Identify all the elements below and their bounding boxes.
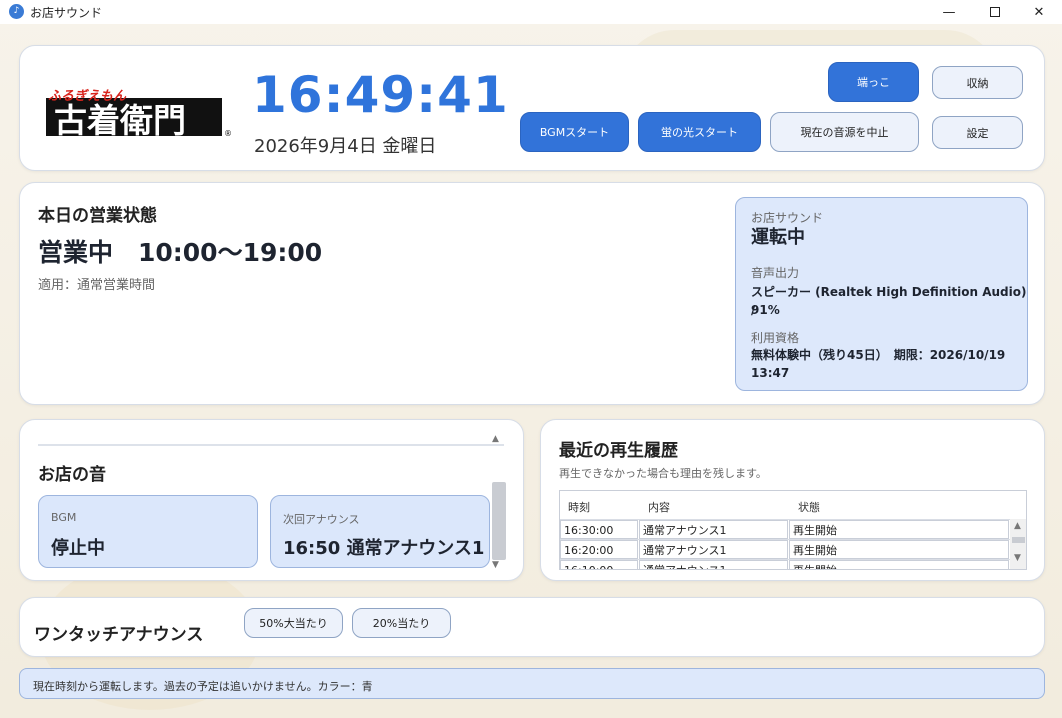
business-hours: 営業中 10:00～19:00	[38, 238, 323, 267]
window-title: お店サウンド	[30, 6, 103, 20]
cell-status: 再生開始	[789, 560, 1009, 569]
playback-history-card: 最近の再生履歴 再生できなかった場合も理由を残します。 時刻 内容 状態 16:…	[540, 419, 1045, 581]
scroll-thumb[interactable]	[492, 482, 506, 560]
status-bar-text: 現在時刻から運転します。過去の予定は追いかけません。カラー：青	[33, 680, 373, 693]
window-titlebar: ♪ お店サウンド — ✕	[0, 0, 1062, 24]
clock-time: 16:49:41	[252, 66, 509, 124]
license-expiry-time: 13:47	[751, 366, 790, 380]
cell-content: 通常アナウンス1	[639, 520, 788, 539]
history-table[interactable]: 時刻 内容 状態 16:30:00 通常アナウンス1 再生開始 16:20:00…	[559, 490, 1027, 570]
bgm-start-button[interactable]: BGMスタート	[520, 112, 629, 152]
audio-label: 音声出力	[751, 266, 800, 280]
svg-text:®: ®	[224, 129, 232, 138]
maximize-button[interactable]	[972, 0, 1018, 24]
shop-logo: ふるぎえもん 古着衛門 ®	[46, 88, 232, 140]
announce-20-button[interactable]: 20%当たり	[352, 608, 451, 638]
cell-status: 再生開始	[789, 520, 1009, 539]
bgm-status-box: BGM 停止中	[38, 495, 258, 568]
scroll-up-icon[interactable]: ▲	[1014, 521, 1021, 531]
app-info-panel: お店サウンド 運転中 音声出力 スピーカー (Realtek High Defi…	[735, 197, 1028, 391]
hotaru-start-button[interactable]: 蛍の光スタート	[638, 112, 761, 152]
table-row[interactable]: 16:10:00 通常アナウンス1 再生開始	[560, 559, 1010, 569]
app-icon: ♪	[9, 4, 24, 19]
sound-scrollbar[interactable]: ▲ ▼	[490, 432, 506, 572]
scroll-thumb[interactable]	[1012, 537, 1025, 543]
audio-volume: 91%	[751, 303, 780, 317]
cell-content: 通常アナウンス1	[639, 540, 788, 559]
business-status-card: 本日の営業状態 営業中 10:00～19:00 適用：通常営業時間 お店サウンド…	[19, 182, 1045, 405]
divider	[38, 444, 504, 446]
logo-text: 古着衛門	[54, 101, 186, 140]
minimize-icon: —	[942, 4, 956, 20]
bgm-label: BGM	[51, 511, 77, 524]
license-status: 無料体験中（残り45日） 期限：2026/10/19	[751, 348, 1006, 362]
corner-button[interactable]: 端っこ	[828, 62, 919, 102]
bgm-value: 停止中	[51, 538, 105, 559]
onetouch-title: ワンタッチアナウンス	[34, 625, 204, 645]
column-header-status[interactable]: 状態	[798, 499, 820, 515]
cell-time: 16:30:00	[560, 520, 638, 539]
store-button[interactable]: 収納	[932, 66, 1023, 99]
header-card: ふるぎえもん 古着衛門 ® 16:49:41 2026年9月4日 金曜日 端っこ…	[19, 45, 1045, 171]
table-row[interactable]: 16:30:00 通常アナウンス1 再生開始	[560, 519, 1010, 539]
onetouch-announce-card: ワンタッチアナウンス 50%大当たり 20%当たり	[19, 597, 1045, 657]
clock-date: 2026年9月4日 金曜日	[254, 136, 437, 157]
stop-current-button[interactable]: 現在の音源を中止	[770, 112, 919, 152]
cell-content: 通常アナウンス1	[639, 560, 788, 569]
announce-50-button[interactable]: 50%大当たり	[244, 608, 343, 638]
cell-time: 16:10:00	[560, 560, 638, 569]
column-header-time[interactable]: 時刻	[568, 499, 590, 515]
cell-time: 16:20:00	[560, 540, 638, 559]
scroll-up-icon[interactable]: ▲	[492, 434, 499, 444]
applied-schedule: 適用：通常営業時間	[38, 278, 156, 293]
store-sound-card: お店の音 BGM 停止中 次回アナウンス 16:50 通常アナウンス1 ▲ ▼	[19, 419, 524, 581]
status-bar: 現在時刻から運転します。過去の予定は追いかけません。カラー：青	[19, 668, 1045, 699]
close-icon: ✕	[1033, 4, 1045, 20]
history-subtitle: 再生できなかった場合も理由を残します。	[559, 467, 767, 480]
column-header-content[interactable]: 内容	[648, 499, 670, 515]
table-row[interactable]: 16:20:00 通常アナウンス1 再生開始	[560, 539, 1010, 559]
app-label: お店サウンド	[751, 211, 824, 225]
app-state: 運転中	[751, 227, 805, 248]
license-label: 利用資格	[751, 331, 800, 345]
next-announce-box: 次回アナウンス 16:50 通常アナウンス1	[270, 495, 490, 568]
table-scrollbar[interactable]: ▲ ▼	[1010, 519, 1026, 569]
minimize-button[interactable]: —	[926, 0, 972, 24]
maximize-icon	[990, 7, 1000, 17]
scroll-down-icon[interactable]: ▼	[492, 560, 499, 570]
settings-button[interactable]: 設定	[932, 116, 1023, 149]
next-announce-label: 次回アナウンス	[283, 513, 360, 526]
sound-title: お店の音	[38, 465, 106, 485]
close-button[interactable]: ✕	[1016, 0, 1062, 24]
cell-status: 再生開始	[789, 540, 1009, 559]
audio-device: スピーカー (Realtek High Definition Audio) /	[751, 285, 1027, 317]
status-title: 本日の営業状態	[38, 206, 157, 226]
next-announce-value: 16:50 通常アナウンス1	[283, 538, 485, 559]
history-title: 最近の再生履歴	[559, 441, 678, 461]
scroll-down-icon[interactable]: ▼	[1014, 553, 1021, 563]
